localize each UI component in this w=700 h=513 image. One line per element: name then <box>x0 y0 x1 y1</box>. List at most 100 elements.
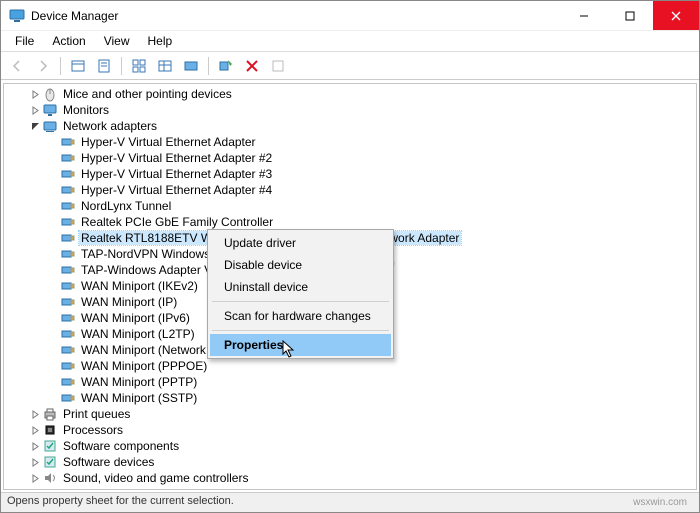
expand-icon[interactable] <box>28 423 42 437</box>
expand-icon[interactable] <box>28 439 42 453</box>
tree-item-label: WAN Miniport (L2TP) <box>79 327 197 341</box>
toolbar-separator <box>60 57 61 75</box>
expander-empty <box>46 183 60 197</box>
uninstall-device-button[interactable] <box>240 55 264 77</box>
device-row[interactable]: WAN Miniport (PPPOE) <box>4 358 696 374</box>
network-adapter-icon <box>60 230 76 246</box>
properties-button[interactable] <box>92 55 116 77</box>
network-adapter-icon <box>60 134 76 150</box>
expand-icon[interactable] <box>28 471 42 485</box>
expand-icon[interactable] <box>28 87 42 101</box>
expand-icon[interactable] <box>28 103 42 117</box>
view-small-button[interactable] <box>127 55 151 77</box>
show-hidden-button[interactable] <box>66 55 90 77</box>
software-icon <box>42 454 58 470</box>
close-button[interactable] <box>653 1 699 30</box>
device-row[interactable]: Realtek PCIe GbE Family Controller <box>4 214 696 230</box>
device-row[interactable]: WAN Miniport (PPTP) <box>4 374 696 390</box>
view-resources-button[interactable] <box>179 55 203 77</box>
category-row[interactable]: Storage controllers <box>4 486 696 490</box>
expander-empty <box>46 231 60 245</box>
category-row[interactable]: Software components <box>4 438 696 454</box>
expander-empty <box>46 391 60 405</box>
collapse-icon[interactable] <box>28 119 42 133</box>
device-row[interactable]: Hyper-V Virtual Ethernet Adapter #3 <box>4 166 696 182</box>
tree-item-label: Print queues <box>61 407 132 421</box>
expand-icon[interactable] <box>28 487 42 490</box>
tree-item-label: Storage controllers <box>61 487 166 490</box>
network-adapter-icon <box>60 374 76 390</box>
tree-item-label: Hyper-V Virtual Ethernet Adapter <box>79 135 258 149</box>
network-adapter-icon <box>60 326 76 342</box>
device-row[interactable]: Hyper-V Virtual Ethernet Adapter <box>4 134 696 150</box>
tree-item-label: WAN Miniport (IKEv2) <box>79 279 200 293</box>
tree-item-label: WAN Miniport (PPPOE) <box>79 359 209 373</box>
device-row[interactable]: Hyper-V Virtual Ethernet Adapter #2 <box>4 150 696 166</box>
forward-button[interactable] <box>31 55 55 77</box>
expander-empty <box>46 279 60 293</box>
category-row[interactable]: Processors <box>4 422 696 438</box>
tree-item-label: Hyper-V Virtual Ethernet Adapter #3 <box>79 167 274 181</box>
expander-empty <box>46 311 60 325</box>
category-row[interactable]: Sound, video and game controllers <box>4 470 696 486</box>
network-adapter-icon <box>60 294 76 310</box>
expander-empty <box>46 167 60 181</box>
menu-action[interactable]: Action <box>44 32 93 50</box>
context-menu-item[interactable]: Uninstall device <box>210 276 391 298</box>
category-row[interactable]: Print queues <box>4 406 696 422</box>
network-icon <box>42 118 58 134</box>
software-icon <box>42 438 58 454</box>
expander-empty <box>46 295 60 309</box>
context-menu-item[interactable]: Scan for hardware changes <box>210 305 391 327</box>
device-manager-icon <box>9 8 25 24</box>
tree-item-label: Monitors <box>61 103 111 117</box>
network-adapter-icon <box>60 150 76 166</box>
tree-item-label: Mice and other pointing devices <box>61 87 234 101</box>
network-adapter-icon <box>60 198 76 214</box>
view-details-button[interactable] <box>153 55 177 77</box>
scan-hardware-button[interactable] <box>214 55 238 77</box>
context-menu-item[interactable]: Properties <box>210 334 391 356</box>
device-row[interactable]: WAN Miniport (SSTP) <box>4 390 696 406</box>
watermark-corner: wsxwin.com <box>633 497 687 508</box>
window-buttons <box>561 1 699 30</box>
remove-button[interactable] <box>266 55 290 77</box>
expander-empty <box>46 343 60 357</box>
category-row[interactable]: Mice and other pointing devices <box>4 86 696 102</box>
tree-item-label: WAN Miniport (IPv6) <box>79 311 192 325</box>
network-adapter-icon <box>60 278 76 294</box>
expand-icon[interactable] <box>28 407 42 421</box>
maximize-button[interactable] <box>607 1 653 30</box>
menu-file[interactable]: File <box>7 32 42 50</box>
expander-empty <box>46 135 60 149</box>
category-row[interactable]: Monitors <box>4 102 696 118</box>
menu-help[interactable]: Help <box>140 32 181 50</box>
device-row[interactable]: Hyper-V Virtual Ethernet Adapter #4 <box>4 182 696 198</box>
tree-item-label: Processors <box>61 423 125 437</box>
sound-icon <box>42 470 58 486</box>
tree-item-label: Realtek PCIe GbE Family Controller <box>79 215 275 229</box>
tree-item-label: Software components <box>61 439 181 453</box>
tree-item-label: WAN Miniport (IP) <box>79 295 179 309</box>
context-menu-item[interactable]: Update driver <box>210 232 391 254</box>
context-menu-item[interactable]: Disable device <box>210 254 391 276</box>
network-adapter-icon <box>60 342 76 358</box>
expander-empty <box>46 327 60 341</box>
storage-icon <box>42 486 58 490</box>
menu-view[interactable]: View <box>96 32 138 50</box>
expander-empty <box>46 375 60 389</box>
category-network-adapters[interactable]: Network adapters <box>4 118 696 134</box>
statusbar-text: Opens property sheet for the current sel… <box>7 495 234 507</box>
minimize-button[interactable] <box>561 1 607 30</box>
expand-icon[interactable] <box>28 455 42 469</box>
tree-item-label: Network adapters <box>61 119 159 133</box>
expander-empty <box>46 151 60 165</box>
device-row[interactable]: NordLynx Tunnel <box>4 198 696 214</box>
back-button[interactable] <box>5 55 29 77</box>
menubar: File Action View Help <box>1 31 699 52</box>
mouse-icon <box>42 86 58 102</box>
category-row[interactable]: Software devices <box>4 454 696 470</box>
tree-item-label: TAP-Windows Adapter V <box>79 263 214 277</box>
network-adapter-icon <box>60 166 76 182</box>
titlebar: Device Manager <box>1 1 699 31</box>
